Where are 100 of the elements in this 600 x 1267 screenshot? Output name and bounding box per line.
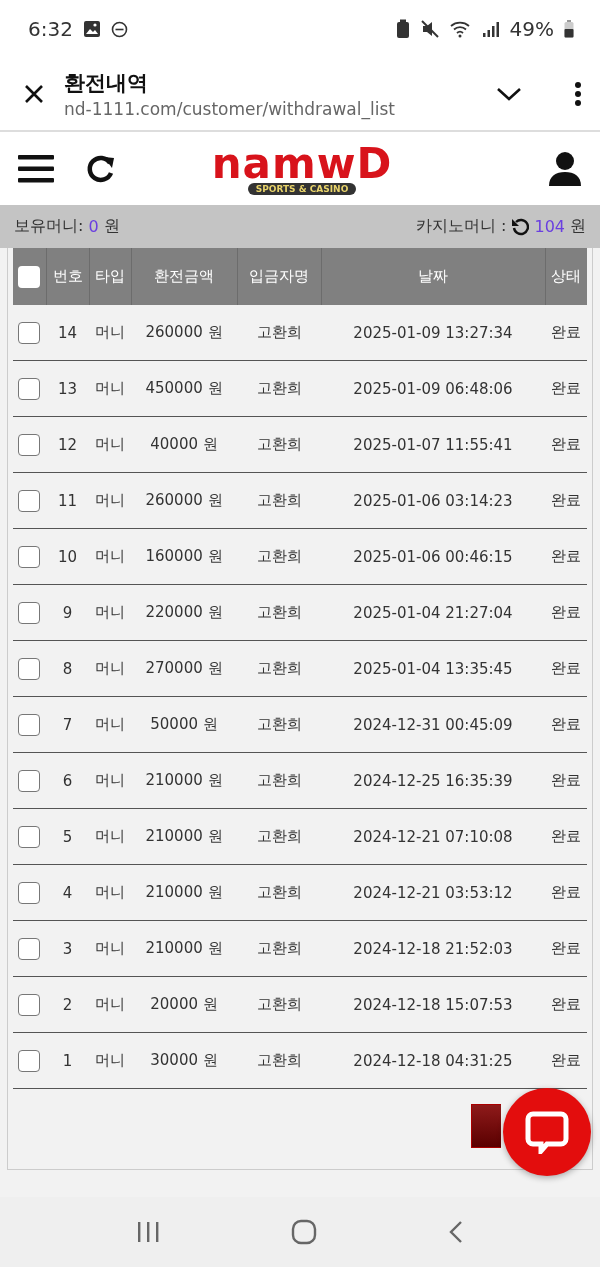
table-cell: 2024-12-18 04:31:25 <box>321 1032 545 1089</box>
battery-icon <box>564 20 574 38</box>
table-cell: 2 <box>46 976 89 1033</box>
table-cell: 20000 원 <box>131 976 237 1033</box>
row-checkbox[interactable] <box>18 825 40 848</box>
row-checkbox[interactable] <box>18 601 40 624</box>
table-cell: 머니 <box>89 752 131 809</box>
table-cell: 260000 원 <box>131 305 237 361</box>
image-icon <box>82 20 101 38</box>
table-cell: 고환희 <box>237 472 321 529</box>
chevron-down-button[interactable] <box>496 86 522 102</box>
refresh-button[interactable] <box>86 153 116 184</box>
table-cell: 5 <box>46 808 89 865</box>
table-cell: 고환희 <box>237 360 321 417</box>
table-cell: 완료 <box>545 1032 587 1089</box>
table-cell: 고환희 <box>237 584 321 641</box>
money-unit: 원 <box>103 216 120 237</box>
row-checkbox[interactable] <box>18 1049 40 1072</box>
table-cell: 2025-01-04 13:35:45 <box>321 640 545 697</box>
more-options-button[interactable] <box>574 81 582 107</box>
table-cell: 머니 <box>89 360 131 417</box>
battery-saver-icon <box>395 19 410 39</box>
column-header: 상태 <box>545 248 587 305</box>
chat-icon <box>525 1110 569 1154</box>
table-cell: 머니 <box>89 808 131 865</box>
table-cell: 160000 원 <box>131 528 237 585</box>
table-cell: 머니 <box>89 920 131 977</box>
casino-money-value: 104 <box>534 217 565 236</box>
table-cell: 210000 원 <box>131 920 237 977</box>
table-cell: 2025-01-09 13:27:34 <box>321 305 545 361</box>
row-checkbox[interactable] <box>18 321 40 344</box>
table-cell: 6 <box>46 752 89 809</box>
recent-apps-button[interactable] <box>135 1221 160 1243</box>
table-cell: 12 <box>46 416 89 473</box>
table-cell: 1 <box>46 1032 89 1089</box>
user-button[interactable] <box>548 150 582 187</box>
table-cell: 2025-01-04 21:27:04 <box>321 584 545 641</box>
table-cell: 머니 <box>89 976 131 1033</box>
table-cell: 머니 <box>89 1032 131 1089</box>
table-cell: 260000 원 <box>131 472 237 529</box>
row-checkbox[interactable] <box>18 881 40 904</box>
back-button[interactable] <box>448 1220 465 1244</box>
table-cell: 완료 <box>545 305 587 361</box>
table-cell: 2025-01-06 03:14:23 <box>321 472 545 529</box>
table-cell: 7 <box>46 696 89 753</box>
row-checkbox[interactable] <box>18 545 40 568</box>
select-all-checkbox[interactable] <box>18 265 40 288</box>
table-cell: 2025-01-07 11:55:41 <box>321 416 545 473</box>
table-cell: 2025-01-09 06:48:06 <box>321 360 545 417</box>
table-cell: 고환희 <box>237 528 321 585</box>
wifi-icon <box>449 20 472 38</box>
home-button[interactable] <box>291 1219 317 1245</box>
column-header: 타입 <box>89 248 131 305</box>
table-cell: 고환희 <box>237 752 321 809</box>
table-cell: 2024-12-21 07:10:08 <box>321 808 545 865</box>
table-cell: 완료 <box>545 808 587 865</box>
table-cell: 머니 <box>89 584 131 641</box>
row-checkbox[interactable] <box>18 937 40 960</box>
table-cell: 14 <box>46 305 89 361</box>
table-cell: 고환희 <box>237 640 321 697</box>
table-cell: 완료 <box>545 416 587 473</box>
signal-icon <box>481 20 500 38</box>
table-cell: 완료 <box>545 640 587 697</box>
table-cell: 완료 <box>545 864 587 921</box>
table-cell: 고환희 <box>237 1032 321 1089</box>
row-checkbox[interactable] <box>18 713 40 736</box>
table-cell: 2024-12-21 03:53:12 <box>321 864 545 921</box>
table-cell: 머니 <box>89 864 131 921</box>
battery-percent: 49% <box>509 17 554 41</box>
row-checkbox[interactable] <box>18 433 40 456</box>
row-checkbox[interactable] <box>18 377 40 400</box>
table-cell: 40000 원 <box>131 416 237 473</box>
table-cell: 완료 <box>545 584 587 641</box>
table-cell: 220000 원 <box>131 584 237 641</box>
row-checkbox[interactable] <box>18 489 40 512</box>
refresh-button[interactable] <box>511 217 530 236</box>
row-checkbox[interactable] <box>18 769 40 792</box>
table-cell: 완료 <box>545 976 587 1033</box>
table-cell: 머니 <box>89 305 131 361</box>
table-cell: 고환희 <box>237 864 321 921</box>
row-checkbox[interactable] <box>18 657 40 680</box>
table-cell: 50000 원 <box>131 696 237 753</box>
table-cell: 30000 원 <box>131 1032 237 1089</box>
table-cell: 210000 원 <box>131 808 237 865</box>
table-cell: 210000 원 <box>131 752 237 809</box>
table-cell: 고환희 <box>237 696 321 753</box>
column-header: 번호 <box>46 248 89 305</box>
table-cell: 450000 원 <box>131 360 237 417</box>
page-title: 환전내역 <box>64 70 149 97</box>
table-cell: 완료 <box>545 528 587 585</box>
column-header: 입금자명 <box>237 248 321 305</box>
casino-money-label: 카지노머니 : <box>415 216 507 237</box>
column-header: 날짜 <box>321 248 545 305</box>
table-cell: 고환희 <box>237 808 321 865</box>
row-checkbox[interactable] <box>18 993 40 1016</box>
table-cell: 고환희 <box>237 920 321 977</box>
table-cell: 2024-12-25 16:35:39 <box>321 752 545 809</box>
menu-button[interactable] <box>18 153 54 184</box>
money-label: 보유머니: <box>14 216 84 237</box>
table-cell: 완료 <box>545 360 587 417</box>
